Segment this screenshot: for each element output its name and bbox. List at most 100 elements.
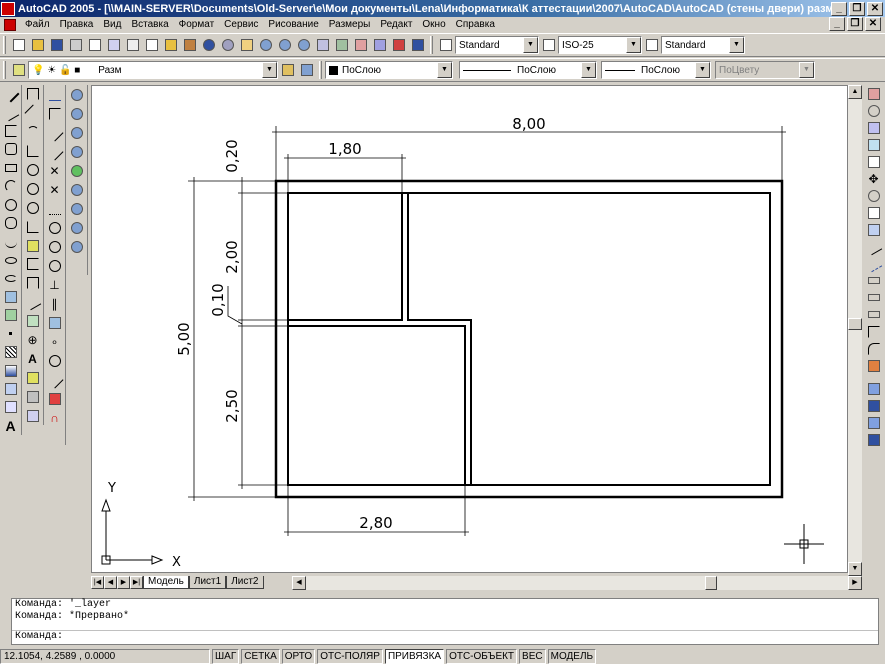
- close-button[interactable]: ✕: [867, 1, 883, 16]
- zoom-object-icon[interactable]: [68, 162, 85, 179]
- tool-palettes-icon[interactable]: [352, 37, 369, 54]
- snap-perpendicular-icon[interactable]: ⊥: [46, 276, 63, 293]
- lineweight-select[interactable]: ПоСлою ▼: [601, 61, 711, 79]
- snap-toggle[interactable]: ШАГ: [212, 648, 240, 664]
- scale-icon[interactable]: [865, 204, 882, 221]
- snap-node-icon[interactable]: ∘: [46, 333, 63, 350]
- dim-top-room-height[interactable]: 2,00: [223, 240, 241, 273]
- arc-length-icon[interactable]: [24, 124, 41, 141]
- outer-wall-inner[interactable]: [287, 192, 771, 486]
- menu-tools[interactable]: Сервис: [219, 19, 263, 30]
- dim-bottom-room-height[interactable]: 2,50: [223, 389, 241, 422]
- polygon-icon[interactable]: [2, 141, 19, 157]
- sheet-set-icon[interactable]: [371, 37, 388, 54]
- chevron-down-icon[interactable]: ▼: [626, 37, 641, 53]
- new-icon[interactable]: [10, 37, 27, 54]
- doc-restore-button[interactable]: ❐: [847, 17, 863, 31]
- zoom-realtime-icon[interactable]: [257, 37, 274, 54]
- erase-icon[interactable]: [865, 85, 882, 102]
- zoom-dynamic-icon[interactable]: [68, 105, 85, 122]
- osnap-toggle[interactable]: ПРИВЯЗКА: [384, 648, 445, 664]
- markup-icon[interactable]: [390, 37, 407, 54]
- cut-icon[interactable]: [124, 37, 141, 54]
- ellipse-arc-icon[interactable]: [2, 270, 19, 286]
- draworder-front-icon[interactable]: [865, 380, 882, 397]
- lineweight-toggle[interactable]: ВЕС: [519, 648, 546, 664]
- offset-icon[interactable]: [865, 136, 882, 153]
- toolbar-grip[interactable]: [430, 36, 433, 54]
- spline-icon[interactable]: [2, 233, 19, 249]
- radius-dim-icon[interactable]: [24, 162, 41, 179]
- restore-button[interactable]: ❐: [849, 1, 865, 16]
- angular-dim-icon[interactable]: [24, 218, 41, 235]
- document-icon[interactable]: [4, 18, 16, 31]
- vertical-scrollbar[interactable]: ▲ ▼: [848, 85, 862, 576]
- snap-temp-icon[interactable]: [46, 86, 63, 103]
- aligned-dim-icon[interactable]: [24, 104, 41, 122]
- snap-insert-icon[interactable]: [46, 314, 63, 331]
- dimedit-icon[interactable]: A: [24, 350, 41, 367]
- tolerance-icon[interactable]: [24, 313, 41, 330]
- snap-parallel-icon[interactable]: ∥: [46, 295, 63, 312]
- dim-update-icon[interactable]: [24, 388, 41, 405]
- redo-icon[interactable]: [219, 37, 236, 54]
- chevron-down-icon[interactable]: ▼: [729, 37, 744, 53]
- copy-icon[interactable]: [143, 37, 160, 54]
- zoom-window-icon[interactable]: [68, 86, 85, 103]
- circle-icon[interactable]: [2, 197, 19, 213]
- tab-first-icon[interactable]: |◀: [91, 576, 104, 589]
- minimize-button[interactable]: _: [831, 1, 847, 16]
- trim-icon[interactable]: [865, 238, 882, 255]
- qleader-icon[interactable]: [24, 294, 41, 311]
- region-icon[interactable]: [2, 381, 19, 397]
- layer-previous-icon[interactable]: [298, 62, 315, 79]
- text-style-icon[interactable]: [437, 37, 454, 54]
- outer-wall-outer[interactable]: [274, 179, 784, 499]
- draworder-above-icon[interactable]: [865, 414, 882, 431]
- polar-toggle[interactable]: ОТС-ПОЛЯР: [317, 648, 383, 664]
- otrack-toggle[interactable]: ОТС-ОБЪЕКТ: [446, 648, 518, 664]
- zoom-all-icon[interactable]: [68, 219, 85, 236]
- osnap-settings-icon[interactable]: [46, 390, 63, 407]
- menu-edit[interactable]: Правка: [55, 19, 99, 30]
- layer-manager-icon[interactable]: [10, 62, 27, 79]
- tab-next-icon[interactable]: ▶: [117, 576, 130, 589]
- zoom-previous-icon[interactable]: [295, 37, 312, 54]
- pan-icon[interactable]: [238, 37, 255, 54]
- grid-toggle[interactable]: СЕТКА: [241, 648, 280, 664]
- array-icon[interactable]: [865, 153, 882, 170]
- fillet-icon[interactable]: [865, 340, 882, 357]
- doc-minimize-button[interactable]: _: [829, 17, 845, 31]
- zoom-out-icon[interactable]: [68, 200, 85, 217]
- print-icon[interactable]: [67, 37, 84, 54]
- large-room-wall[interactable]: [407, 193, 472, 485]
- snap-endpoint-icon[interactable]: [46, 124, 63, 141]
- help-icon[interactable]: [409, 37, 426, 54]
- rectangle-icon[interactable]: [2, 160, 19, 176]
- scroll-right-icon[interactable]: ▶: [848, 576, 862, 590]
- snap-from-icon[interactable]: [46, 105, 63, 122]
- break-icon[interactable]: [865, 289, 882, 306]
- model-space-canvas[interactable]: 8,00 1,80 2,80 5,00 0,20 2,00 0,10 2,50 …: [91, 85, 848, 573]
- ellipse-icon[interactable]: [2, 252, 19, 268]
- make-block-icon[interactable]: [2, 307, 19, 323]
- linear-dim-icon[interactable]: [24, 86, 41, 103]
- command-window[interactable]: Команда: '_layer Команда: *Прервано* Ком…: [11, 598, 879, 645]
- dim-style-select[interactable]: ISO-25 ▼: [558, 36, 642, 54]
- make-object-layer-current-icon[interactable]: [279, 62, 296, 79]
- center-mark-icon[interactable]: ⊕: [24, 332, 41, 349]
- menu-modify[interactable]: Редакт: [375, 19, 417, 30]
- scroll-up-icon[interactable]: ▲: [848, 85, 862, 99]
- copy-object-icon[interactable]: [865, 102, 882, 119]
- tab-layout1[interactable]: Лист1: [188, 576, 227, 589]
- explode-icon[interactable]: [865, 357, 882, 374]
- menu-dimension[interactable]: Размеры: [324, 19, 376, 30]
- text-style-select[interactable]: Standard ▼: [455, 36, 539, 54]
- chevron-down-icon[interactable]: ▼: [695, 62, 710, 78]
- doc-close-button[interactable]: ✕: [865, 17, 881, 31]
- dim-overall-height[interactable]: 5,00: [175, 322, 193, 355]
- gradient-icon[interactable]: [2, 362, 19, 378]
- insert-block-icon[interactable]: [2, 289, 19, 305]
- construction-line-icon[interactable]: [2, 104, 19, 121]
- linetype-select[interactable]: ПоСлою ▼: [459, 61, 597, 79]
